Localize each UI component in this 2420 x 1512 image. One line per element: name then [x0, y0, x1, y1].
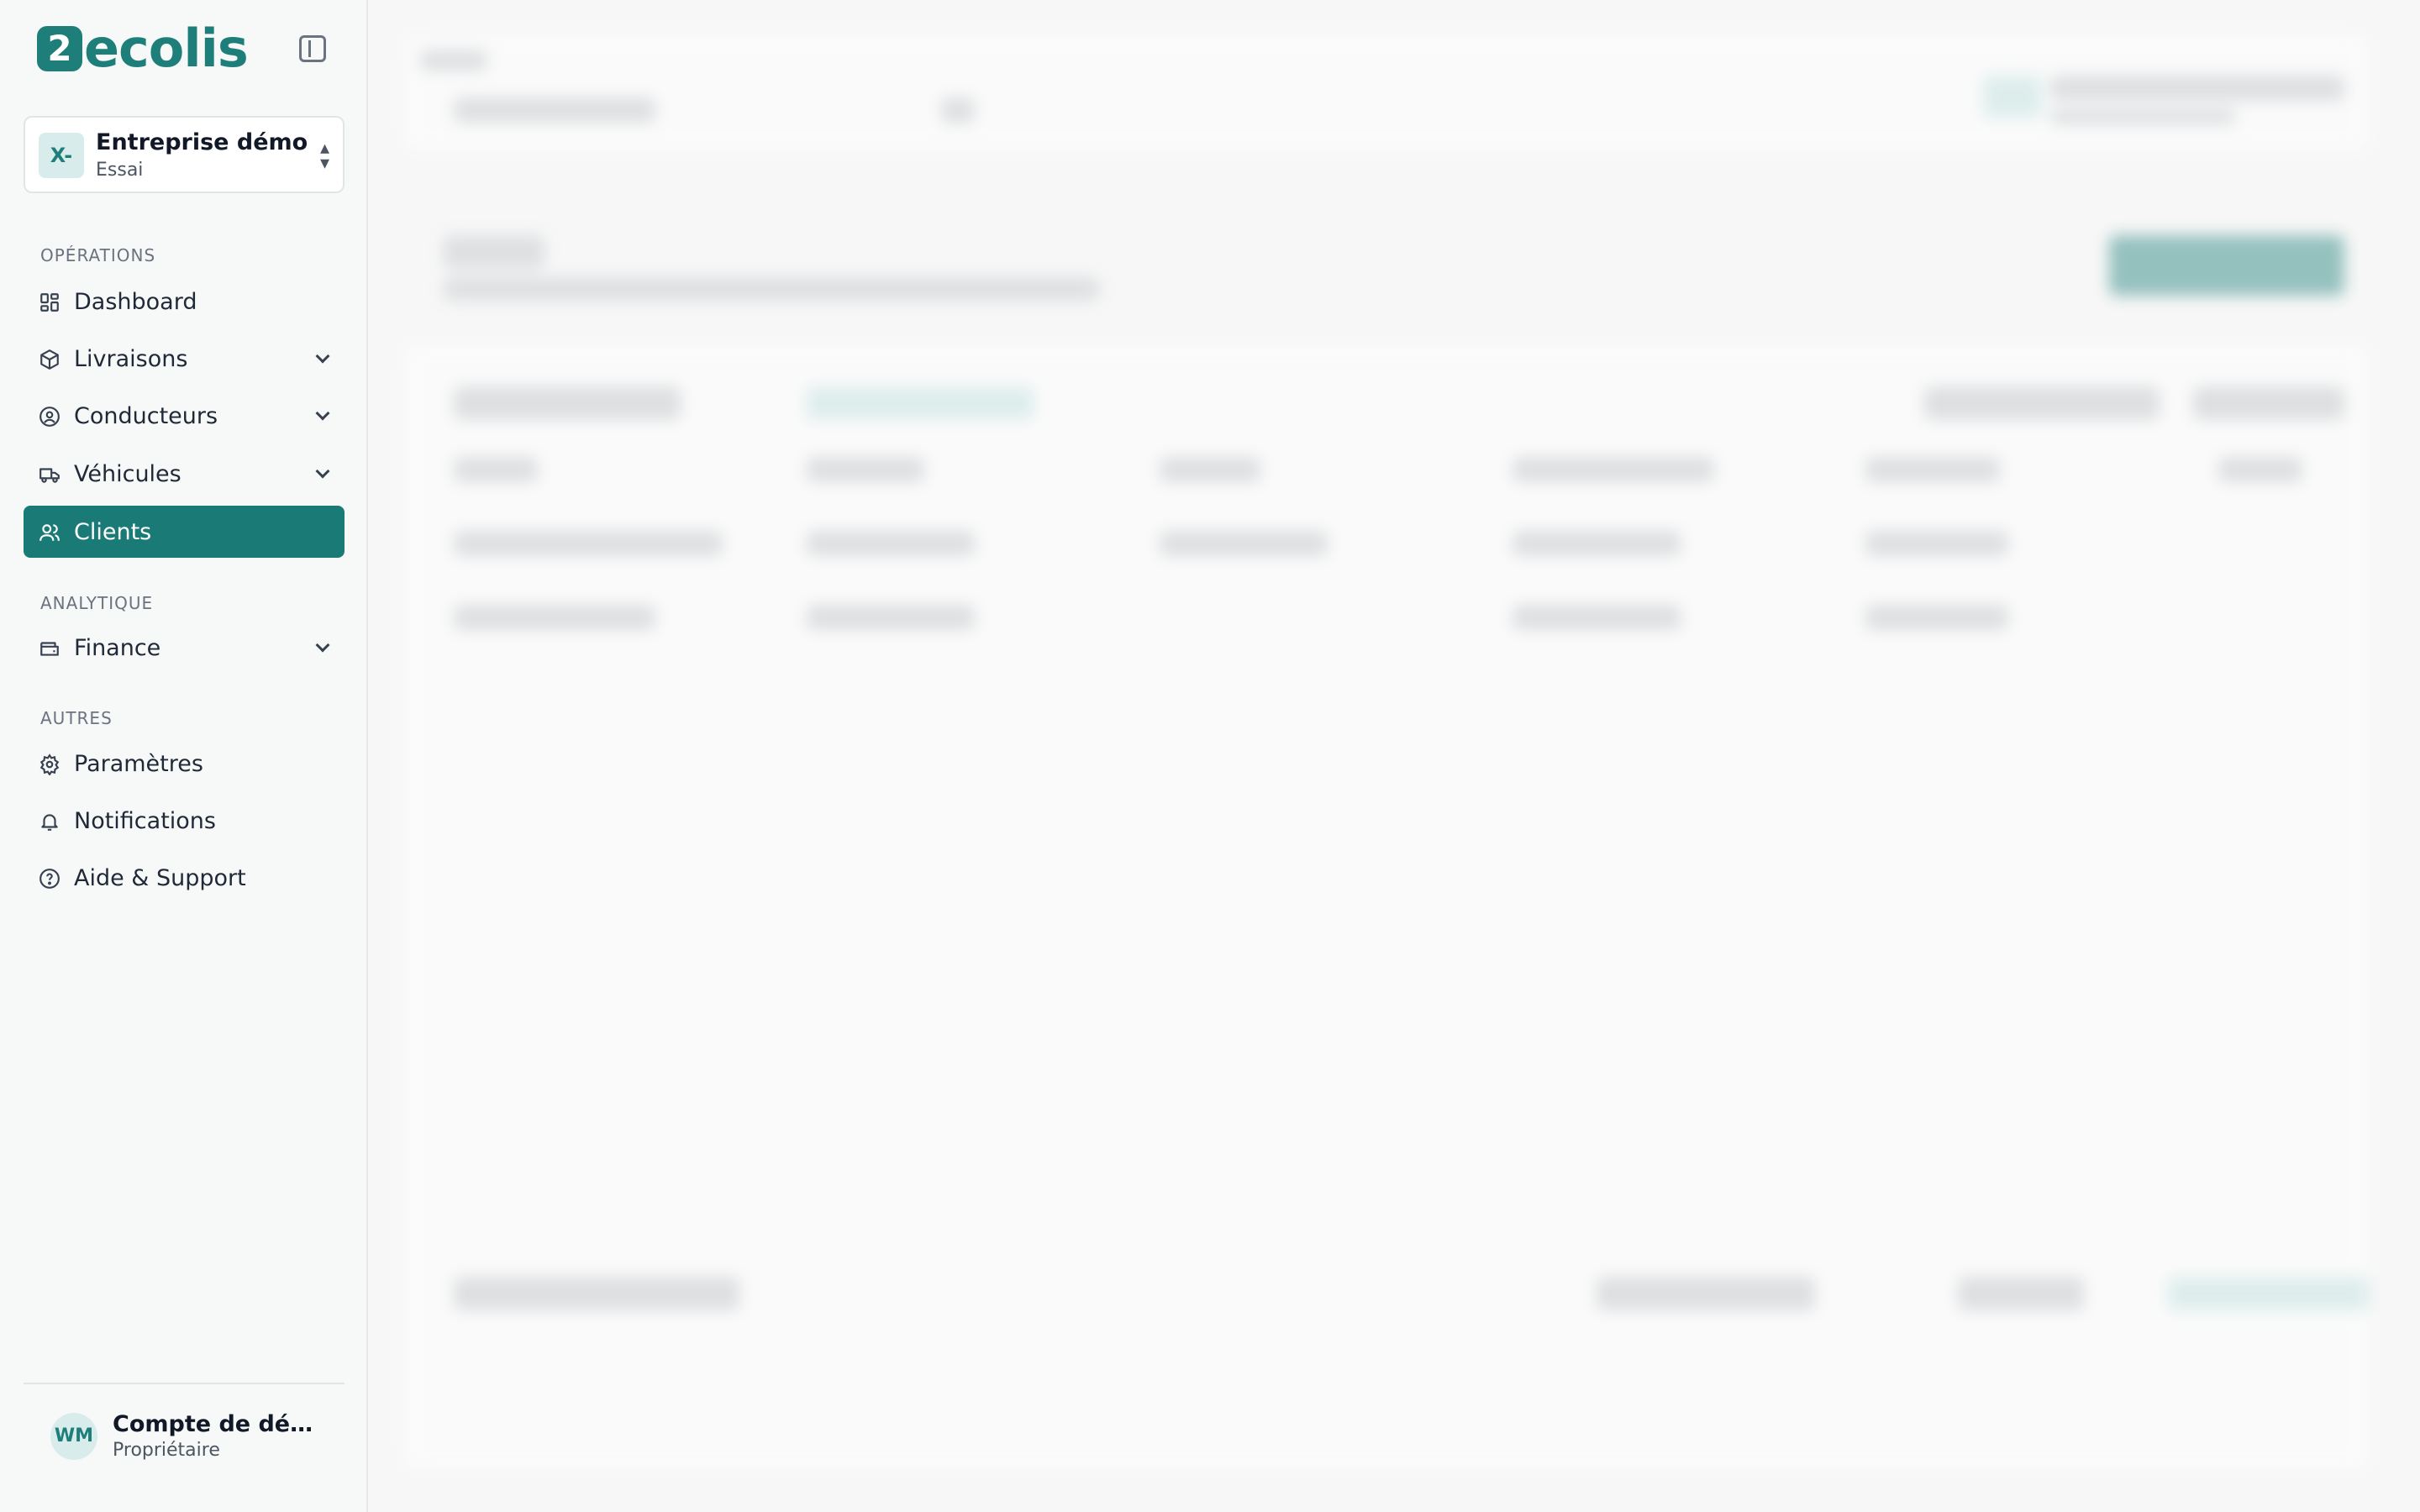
company-switcher[interactable]: X- Entreprise démo Essai ▴ ▾	[24, 116, 345, 193]
sidebar-item-clients[interactable]: Clients	[24, 506, 345, 558]
gear-icon	[39, 753, 60, 775]
sidebar-item-aide-support[interactable]: Aide & Support	[24, 852, 345, 904]
sidebar-item-label: Dashboard	[74, 288, 197, 315]
main-content-blurred	[370, 0, 2420, 1512]
sidebar-item-vehicules[interactable]: Véhicules	[24, 448, 345, 500]
sidebar-item-parametres[interactable]: Paramètres	[24, 738, 345, 790]
table-placeholder	[403, 344, 2370, 1470]
logo-text: ecolis	[84, 18, 249, 79]
user-circle-icon	[39, 407, 60, 427]
chevron-down-icon	[315, 406, 330, 421]
sidebar: 2 ecolis X- Entreprise démo Essai ▴ ▾ OPÉ…	[0, 0, 368, 1512]
sidebar-item-label: Livraisons	[74, 345, 188, 372]
user-role: Propriétaire	[113, 1440, 220, 1461]
company-plan: Essai	[96, 160, 144, 181]
sidebar-item-dashboard[interactable]: Dashboard	[24, 276, 345, 328]
dashboard-icon	[40, 293, 59, 312]
sidebar-item-label: Aide & Support	[74, 864, 246, 891]
company-badge: X-	[39, 133, 84, 178]
package-icon	[40, 349, 59, 370]
section-label-operations: OPÉRATIONS	[40, 245, 156, 265]
wallet-icon	[40, 642, 59, 656]
sidebar-item-label: Véhicules	[74, 460, 182, 487]
chevron-up-down-icon: ▴ ▾	[319, 138, 329, 174]
chevron-down-icon	[315, 464, 330, 479]
blurred-overlay	[370, 0, 2420, 1512]
truck-icon	[39, 468, 60, 483]
sidebar-collapse-icon[interactable]	[299, 35, 326, 62]
users-icon	[39, 524, 60, 541]
sidebar-item-label: Notifications	[74, 807, 216, 834]
chevron-down-icon	[315, 638, 330, 653]
app-logo[interactable]: 2 ecolis	[37, 18, 249, 79]
sidebar-item-notifications[interactable]: Notifications	[24, 795, 345, 847]
section-label-others: AUTRES	[40, 708, 113, 728]
sidebar-item-livraisons[interactable]: Livraisons	[24, 333, 345, 385]
user-name[interactable]: Compte de démo	[113, 1411, 323, 1437]
sidebar-item-conducteurs[interactable]: Conducteurs	[24, 390, 345, 442]
topbar-placeholder	[403, 34, 2370, 151]
logo-mark-icon: 2	[37, 26, 82, 71]
help-circle-icon	[39, 869, 60, 889]
company-name: Entreprise démo	[96, 129, 308, 155]
sidebar-item-label: Conducteurs	[74, 402, 218, 429]
sidebar-divider	[24, 1383, 345, 1384]
chevron-down-icon	[315, 349, 330, 364]
avatar[interactable]: WM	[50, 1413, 97, 1460]
sidebar-item-finance[interactable]: Finance	[24, 622, 345, 674]
bell-icon	[41, 814, 58, 831]
section-label-analytics: ANALYTIQUE	[40, 593, 154, 613]
sidebar-item-label: Paramètres	[74, 750, 203, 777]
sidebar-item-label: Clients	[74, 518, 152, 545]
sidebar-item-label: Finance	[74, 634, 161, 661]
